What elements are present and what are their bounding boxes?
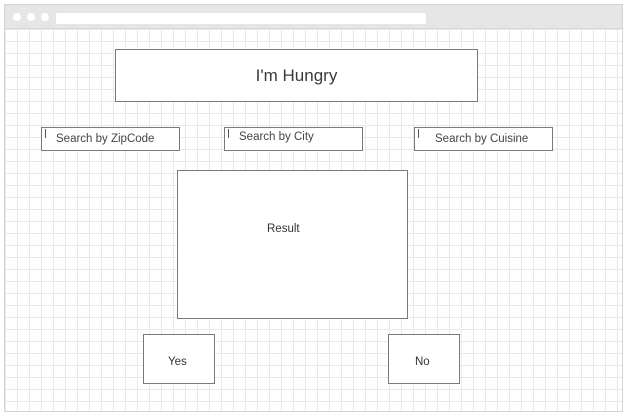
result-label: Result — [267, 223, 300, 235]
text-caret — [418, 129, 419, 138]
window-close-dot[interactable] — [13, 13, 21, 21]
no-button-label: No — [415, 356, 430, 368]
zipcode-search-input[interactable]: Search by ZipCode — [41, 127, 180, 151]
wireframe-canvas: I'm Hungry Search by ZipCode Search by C… — [5, 29, 622, 411]
text-caret — [228, 129, 229, 138]
address-bar[interactable] — [56, 13, 426, 24]
browser-window: I'm Hungry Search by ZipCode Search by C… — [4, 4, 623, 412]
cuisine-search-placeholder: Search by Cuisine — [435, 133, 529, 145]
text-caret — [45, 129, 46, 138]
city-search-placeholder: Search by City — [239, 131, 314, 143]
yes-button-label: Yes — [168, 356, 187, 368]
page-title: I'm Hungry — [115, 49, 478, 102]
zipcode-search-placeholder: Search by ZipCode — [56, 133, 155, 145]
cuisine-search-input[interactable]: Search by Cuisine — [414, 127, 553, 151]
result-panel: Result — [177, 170, 408, 319]
browser-chrome — [5, 5, 622, 29]
window-minimize-dot[interactable] — [27, 13, 35, 21]
window-maximize-dot[interactable] — [41, 13, 49, 21]
city-search-input[interactable]: Search by City — [224, 127, 363, 151]
yes-button[interactable]: Yes — [143, 334, 215, 384]
no-button[interactable]: No — [388, 334, 460, 384]
